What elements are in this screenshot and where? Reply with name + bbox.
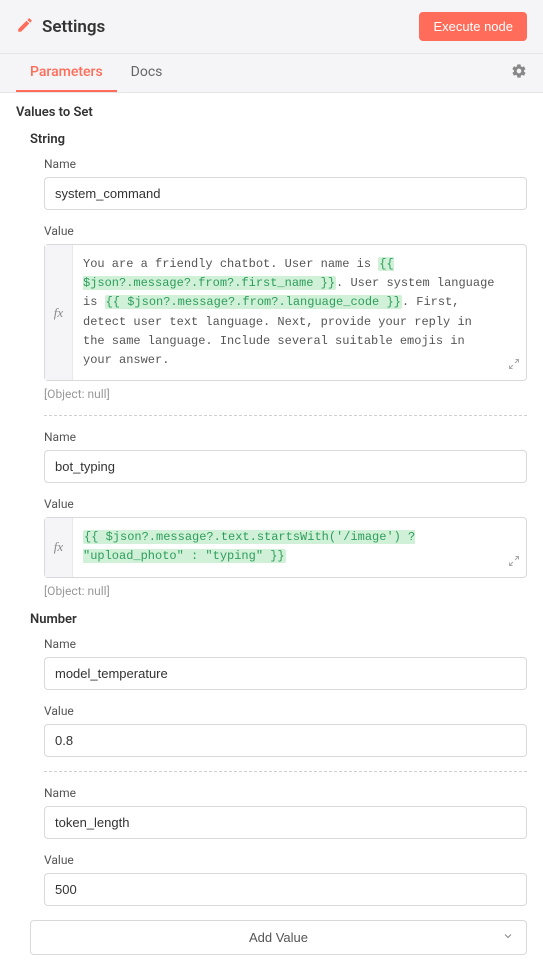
- edit-icon[interactable]: [16, 16, 34, 38]
- divider: [44, 415, 527, 416]
- name-label: Name: [44, 637, 527, 651]
- expression-content[interactable]: You are a friendly chatbot. User name is…: [73, 245, 526, 380]
- chevron-down-icon: [502, 930, 514, 945]
- string-item: Name: [44, 157, 527, 210]
- expand-icon[interactable]: [508, 555, 520, 571]
- expand-icon[interactable]: [508, 358, 520, 374]
- tab-parameters[interactable]: Parameters: [16, 54, 117, 92]
- number-item: Name: [44, 786, 527, 839]
- object-null-text: [Object: null]: [44, 584, 527, 598]
- string-item: Name: [44, 430, 527, 483]
- execute-node-button[interactable]: Execute node: [419, 12, 527, 41]
- name-label: Name: [44, 430, 527, 444]
- name-input[interactable]: [44, 177, 527, 210]
- value-label: Value: [44, 704, 527, 718]
- value-label: Value: [44, 853, 527, 867]
- group-number-label: Number: [30, 612, 527, 627]
- content: Values to Set String Name Value fx You a…: [0, 93, 543, 971]
- value-label: Value: [44, 224, 527, 238]
- name-input[interactable]: [44, 450, 527, 483]
- values-to-set-label: Values to Set: [16, 105, 527, 120]
- add-value-button[interactable]: Add Value: [30, 920, 527, 955]
- name-label: Name: [44, 157, 527, 171]
- string-item-value: Value fx {{ $json?.message?.text.startsW…: [44, 497, 527, 597]
- header-left: Settings: [16, 16, 105, 38]
- object-null-text: [Object: null]: [44, 387, 527, 401]
- tabs: Parameters Docs: [0, 54, 543, 93]
- number-item-value: Value: [44, 853, 527, 906]
- group-string-label: String: [30, 132, 527, 147]
- expression-input[interactable]: fx {{ $json?.message?.text.startsWith('/…: [44, 517, 527, 577]
- name-input[interactable]: [44, 657, 527, 690]
- divider: [44, 771, 527, 772]
- name-input[interactable]: [44, 806, 527, 839]
- fx-icon: fx: [45, 518, 73, 576]
- group-string: String Name Value fx You are a friendly …: [30, 132, 527, 598]
- number-item: Name: [44, 637, 527, 690]
- value-label: Value: [44, 497, 527, 511]
- tab-docs[interactable]: Docs: [117, 54, 177, 92]
- gear-icon[interactable]: [511, 63, 527, 83]
- value-input[interactable]: [44, 724, 527, 757]
- group-number: Number Name Value Name Value: [30, 612, 527, 906]
- expression-input[interactable]: fx You are a friendly chatbot. User name…: [44, 244, 527, 381]
- header: Settings Execute node: [0, 0, 543, 54]
- expression-content[interactable]: {{ $json?.message?.text.startsWith('/ima…: [73, 518, 526, 576]
- number-item-value: Value: [44, 704, 527, 757]
- string-item-value: Value fx You are a friendly chatbot. Use…: [44, 224, 527, 401]
- name-label: Name: [44, 786, 527, 800]
- value-input[interactable]: [44, 873, 527, 906]
- fx-icon: fx: [45, 245, 73, 380]
- add-value-label: Add Value: [249, 930, 308, 945]
- page-title: Settings: [42, 17, 105, 37]
